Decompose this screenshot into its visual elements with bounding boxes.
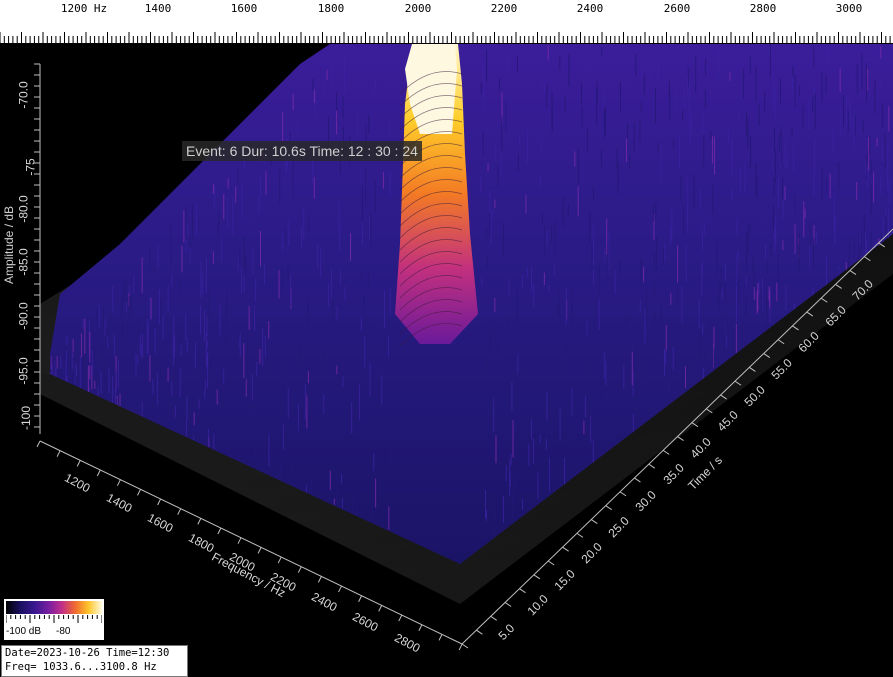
- color-scale-min-label: -100 dB: [6, 626, 42, 637]
- info-box: Date=2023-10-26 Time=12:30 Freq= 1033.6.…: [1, 645, 188, 677]
- top-scale-label: 3000: [835, 2, 863, 15]
- top-scale-label: 2800: [749, 2, 777, 15]
- top-scale-label: 2400: [576, 2, 604, 15]
- top-scale-label: 1400: [144, 2, 172, 15]
- top-scale-label: 1800: [317, 2, 345, 15]
- amplitude-tick-label: -90.0: [16, 302, 31, 330]
- top-scale-label: 1200 Hz: [60, 2, 108, 15]
- info-frequency-range: Freq= 1033.6...3100.8 Hz: [5, 661, 157, 673]
- amplitude-tick-label: -95.0: [16, 357, 31, 385]
- top-scale-label: 2200: [490, 2, 518, 15]
- top-scale-label: 1600: [230, 2, 258, 15]
- amplitude-axis-label: Amplitude / dB: [2, 205, 16, 284]
- amplitude-tick-label: -85.0: [16, 248, 31, 276]
- color-scale-ticks: [6, 615, 102, 623]
- waterfall-spectrogram[interactable]: [0, 44, 893, 677]
- amplitude-tick-label: -70.0: [16, 81, 31, 109]
- amplitude-tick-label: -100: [19, 405, 34, 431]
- color-scale-legend: -100 dB -80: [4, 599, 104, 640]
- color-gradient: [6, 601, 102, 614]
- top-scale-label: 2000: [404, 2, 432, 15]
- color-scale-max-label: -80: [56, 626, 71, 637]
- amplitude-tick-label: -80.0: [16, 195, 31, 223]
- top-frequency-scale: 1200 Hz 1400 1600 1800 2000 2200 2400 26…: [0, 0, 893, 44]
- top-scale-label: 2600: [663, 2, 691, 15]
- event-info-label: Event: 6 Dur: 10.6s Time: 12 : 30 : 24: [182, 141, 422, 161]
- info-date-time: Date=2023-10-26 Time=12:30: [5, 647, 170, 659]
- amplitude-tick-label: -75: [23, 158, 38, 176]
- waterfall-surface: [0, 44, 893, 677]
